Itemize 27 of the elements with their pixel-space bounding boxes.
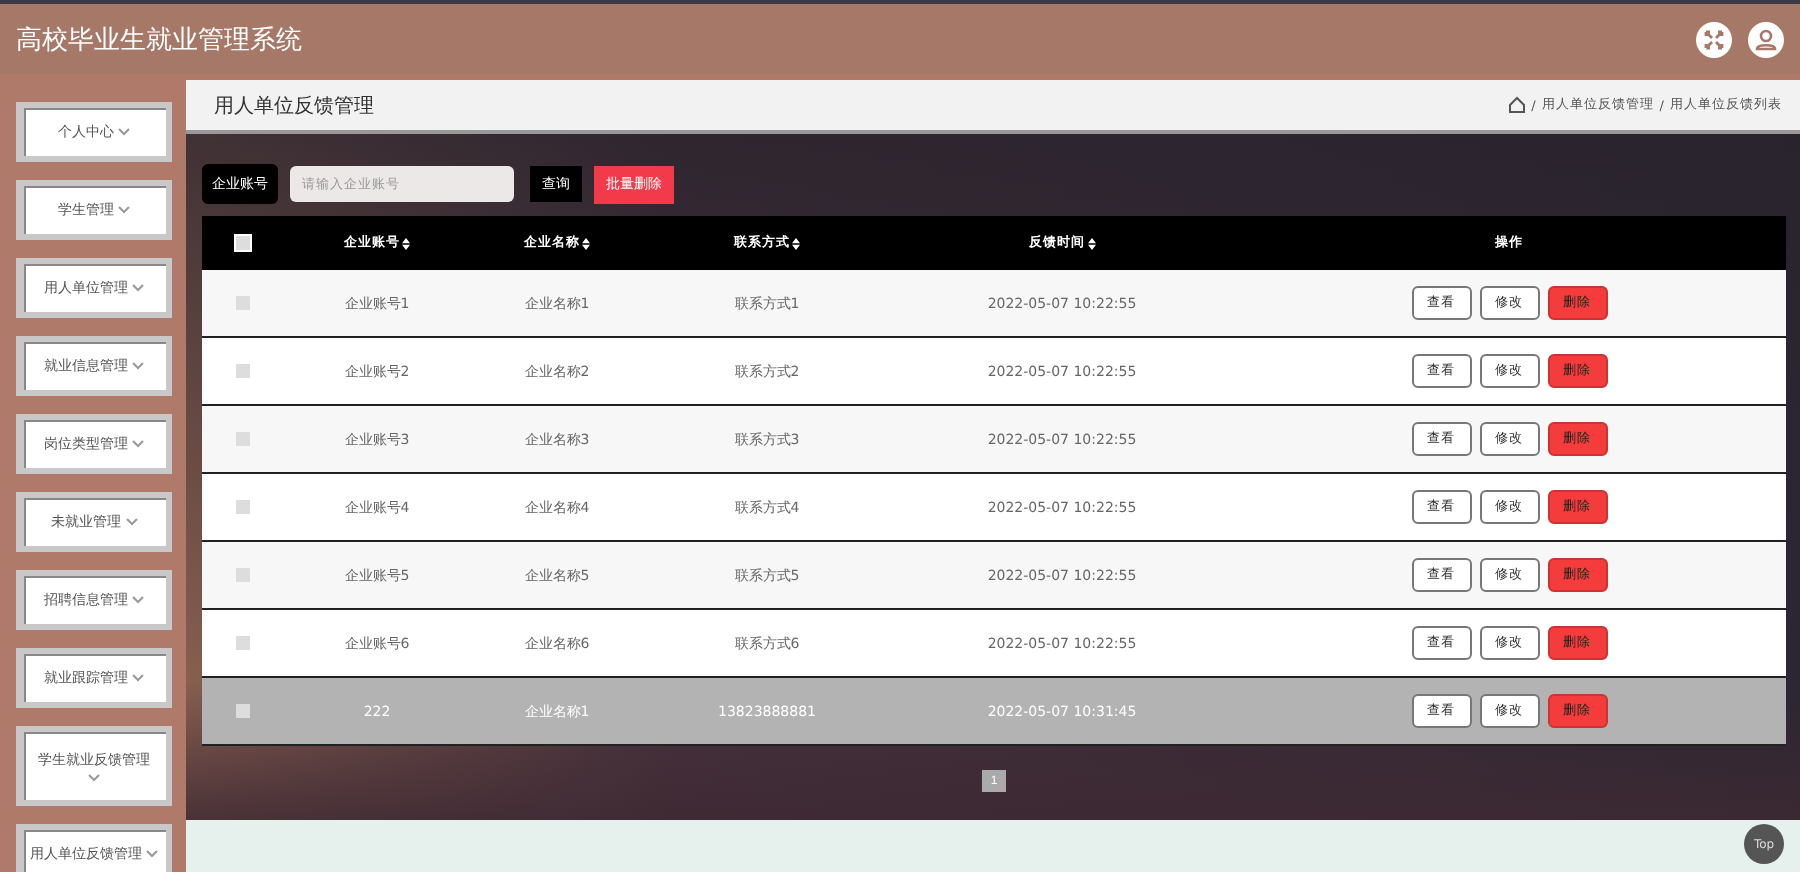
row-checkbox[interactable] bbox=[235, 296, 249, 310]
caret-icon bbox=[118, 206, 130, 214]
caret-icon bbox=[132, 362, 144, 370]
home-icon[interactable] bbox=[1507, 96, 1526, 114]
caret-icon bbox=[132, 440, 144, 448]
sort-icon[interactable] bbox=[402, 237, 410, 249]
sort-icon[interactable] bbox=[582, 237, 590, 249]
caret-icon bbox=[146, 850, 158, 858]
user-icon[interactable] bbox=[1748, 21, 1784, 57]
row-checkbox[interactable] bbox=[235, 636, 249, 650]
select-all-checkbox[interactable] bbox=[233, 234, 251, 252]
row-checkbox[interactable] bbox=[235, 704, 249, 718]
row-checkbox[interactable] bbox=[235, 568, 249, 582]
row-checkbox[interactable] bbox=[235, 364, 249, 378]
page-title: 用人单位反馈管理 bbox=[214, 93, 374, 119]
row-checkbox[interactable] bbox=[235, 500, 249, 514]
row-checkbox[interactable] bbox=[235, 432, 249, 446]
caret-icon bbox=[132, 596, 144, 604]
fullscreen-icon[interactable] bbox=[1696, 21, 1732, 57]
caret-icon bbox=[118, 128, 130, 136]
caret-icon bbox=[132, 284, 144, 292]
sort-icon[interactable] bbox=[1087, 237, 1095, 249]
app-title: 高校毕业生就业管理系统 bbox=[16, 23, 302, 57]
caret-icon bbox=[88, 774, 100, 782]
caret-icon bbox=[125, 518, 137, 526]
caret-icon bbox=[132, 674, 144, 682]
sort-icon[interactable] bbox=[792, 237, 800, 249]
